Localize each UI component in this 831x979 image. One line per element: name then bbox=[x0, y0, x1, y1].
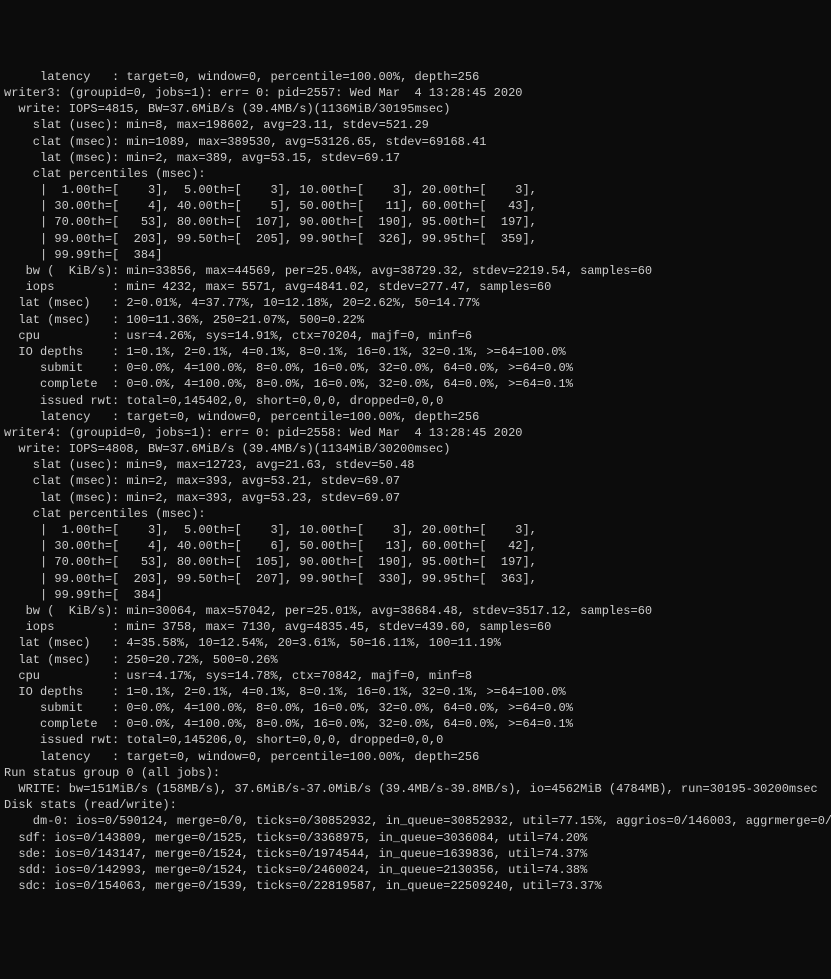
terminal-line: writer3: (groupid=0, jobs=1): err= 0: pi… bbox=[4, 85, 827, 101]
terminal-line: lat (msec) : 250=20.72%, 500=0.26% bbox=[4, 652, 827, 668]
terminal-line: write: IOPS=4815, BW=37.6MiB/s (39.4MB/s… bbox=[4, 101, 827, 117]
terminal-line: cpu : usr=4.26%, sys=14.91%, ctx=70204, … bbox=[4, 328, 827, 344]
terminal-line: | 99.00th=[ 203], 99.50th=[ 207], 99.90t… bbox=[4, 571, 827, 587]
terminal-line: latency : target=0, window=0, percentile… bbox=[4, 69, 827, 85]
terminal-line: clat percentiles (msec): bbox=[4, 506, 827, 522]
terminal-line: bw ( KiB/s): min=33856, max=44569, per=2… bbox=[4, 263, 827, 279]
terminal-line: write: IOPS=4808, BW=37.6MiB/s (39.4MB/s… bbox=[4, 441, 827, 457]
terminal-line: sdc: ios=0/154063, merge=0/1539, ticks=0… bbox=[4, 878, 827, 894]
terminal-line: complete : 0=0.0%, 4=100.0%, 8=0.0%, 16=… bbox=[4, 376, 827, 392]
terminal-line: | 99.00th=[ 203], 99.50th=[ 205], 99.90t… bbox=[4, 231, 827, 247]
terminal-line: clat (msec): min=2, max=393, avg=53.21, … bbox=[4, 473, 827, 489]
terminal-line: clat percentiles (msec): bbox=[4, 166, 827, 182]
terminal-line: IO depths : 1=0.1%, 2=0.1%, 4=0.1%, 8=0.… bbox=[4, 344, 827, 360]
terminal-line: Disk stats (read/write): bbox=[4, 797, 827, 813]
terminal-line: | 70.00th=[ 53], 80.00th=[ 105], 90.00th… bbox=[4, 554, 827, 570]
terminal-line: | 1.00th=[ 3], 5.00th=[ 3], 10.00th=[ 3]… bbox=[4, 522, 827, 538]
terminal-line: iops : min= 4232, max= 5571, avg=4841.02… bbox=[4, 279, 827, 295]
terminal-line: slat (usec): min=8, max=198602, avg=23.1… bbox=[4, 117, 827, 133]
terminal-line: IO depths : 1=0.1%, 2=0.1%, 4=0.1%, 8=0.… bbox=[4, 684, 827, 700]
terminal-line: WRITE: bw=151MiB/s (158MB/s), 37.6MiB/s-… bbox=[4, 781, 827, 797]
terminal-line: writer4: (groupid=0, jobs=1): err= 0: pi… bbox=[4, 425, 827, 441]
terminal-line: lat (msec): min=2, max=393, avg=53.23, s… bbox=[4, 490, 827, 506]
terminal-line: complete : 0=0.0%, 4=100.0%, 8=0.0%, 16=… bbox=[4, 716, 827, 732]
terminal-line: | 99.99th=[ 384] bbox=[4, 247, 827, 263]
terminal-line: lat (msec): min=2, max=389, avg=53.15, s… bbox=[4, 150, 827, 166]
terminal-line: bw ( KiB/s): min=30064, max=57042, per=2… bbox=[4, 603, 827, 619]
terminal-line: cpu : usr=4.17%, sys=14.78%, ctx=70842, … bbox=[4, 668, 827, 684]
terminal-line: latency : target=0, window=0, percentile… bbox=[4, 749, 827, 765]
terminal-line: lat (msec) : 4=35.58%, 10=12.54%, 20=3.6… bbox=[4, 635, 827, 651]
terminal-line: submit : 0=0.0%, 4=100.0%, 8=0.0%, 16=0.… bbox=[4, 360, 827, 376]
terminal-line: slat (usec): min=9, max=12723, avg=21.63… bbox=[4, 457, 827, 473]
terminal-line: iops : min= 3758, max= 7130, avg=4835.45… bbox=[4, 619, 827, 635]
terminal-line: sde: ios=0/143147, merge=0/1524, ticks=0… bbox=[4, 846, 827, 862]
terminal-line: Run status group 0 (all jobs): bbox=[4, 765, 827, 781]
terminal-line: | 1.00th=[ 3], 5.00th=[ 3], 10.00th=[ 3]… bbox=[4, 182, 827, 198]
terminal-line: clat (msec): min=1089, max=389530, avg=5… bbox=[4, 134, 827, 150]
terminal-line: | 30.00th=[ 4], 40.00th=[ 5], 50.00th=[ … bbox=[4, 198, 827, 214]
terminal-line: sdd: ios=0/142993, merge=0/1524, ticks=0… bbox=[4, 862, 827, 878]
terminal-line: latency : target=0, window=0, percentile… bbox=[4, 409, 827, 425]
terminal-output: latency : target=0, window=0, percentile… bbox=[4, 69, 827, 895]
terminal-line: issued rwt: total=0,145206,0, short=0,0,… bbox=[4, 732, 827, 748]
terminal-line: | 70.00th=[ 53], 80.00th=[ 107], 90.00th… bbox=[4, 214, 827, 230]
terminal-line: lat (msec) : 100=11.36%, 250=21.07%, 500… bbox=[4, 312, 827, 328]
terminal-line: submit : 0=0.0%, 4=100.0%, 8=0.0%, 16=0.… bbox=[4, 700, 827, 716]
terminal-line: dm-0: ios=0/590124, merge=0/0, ticks=0/3… bbox=[4, 813, 827, 829]
terminal-line: | 30.00th=[ 4], 40.00th=[ 6], 50.00th=[ … bbox=[4, 538, 827, 554]
terminal-line: issued rwt: total=0,145402,0, short=0,0,… bbox=[4, 393, 827, 409]
terminal-line: sdf: ios=0/143809, merge=0/1525, ticks=0… bbox=[4, 830, 827, 846]
terminal-line: lat (msec) : 2=0.01%, 4=37.77%, 10=12.18… bbox=[4, 295, 827, 311]
terminal-line: | 99.99th=[ 384] bbox=[4, 587, 827, 603]
